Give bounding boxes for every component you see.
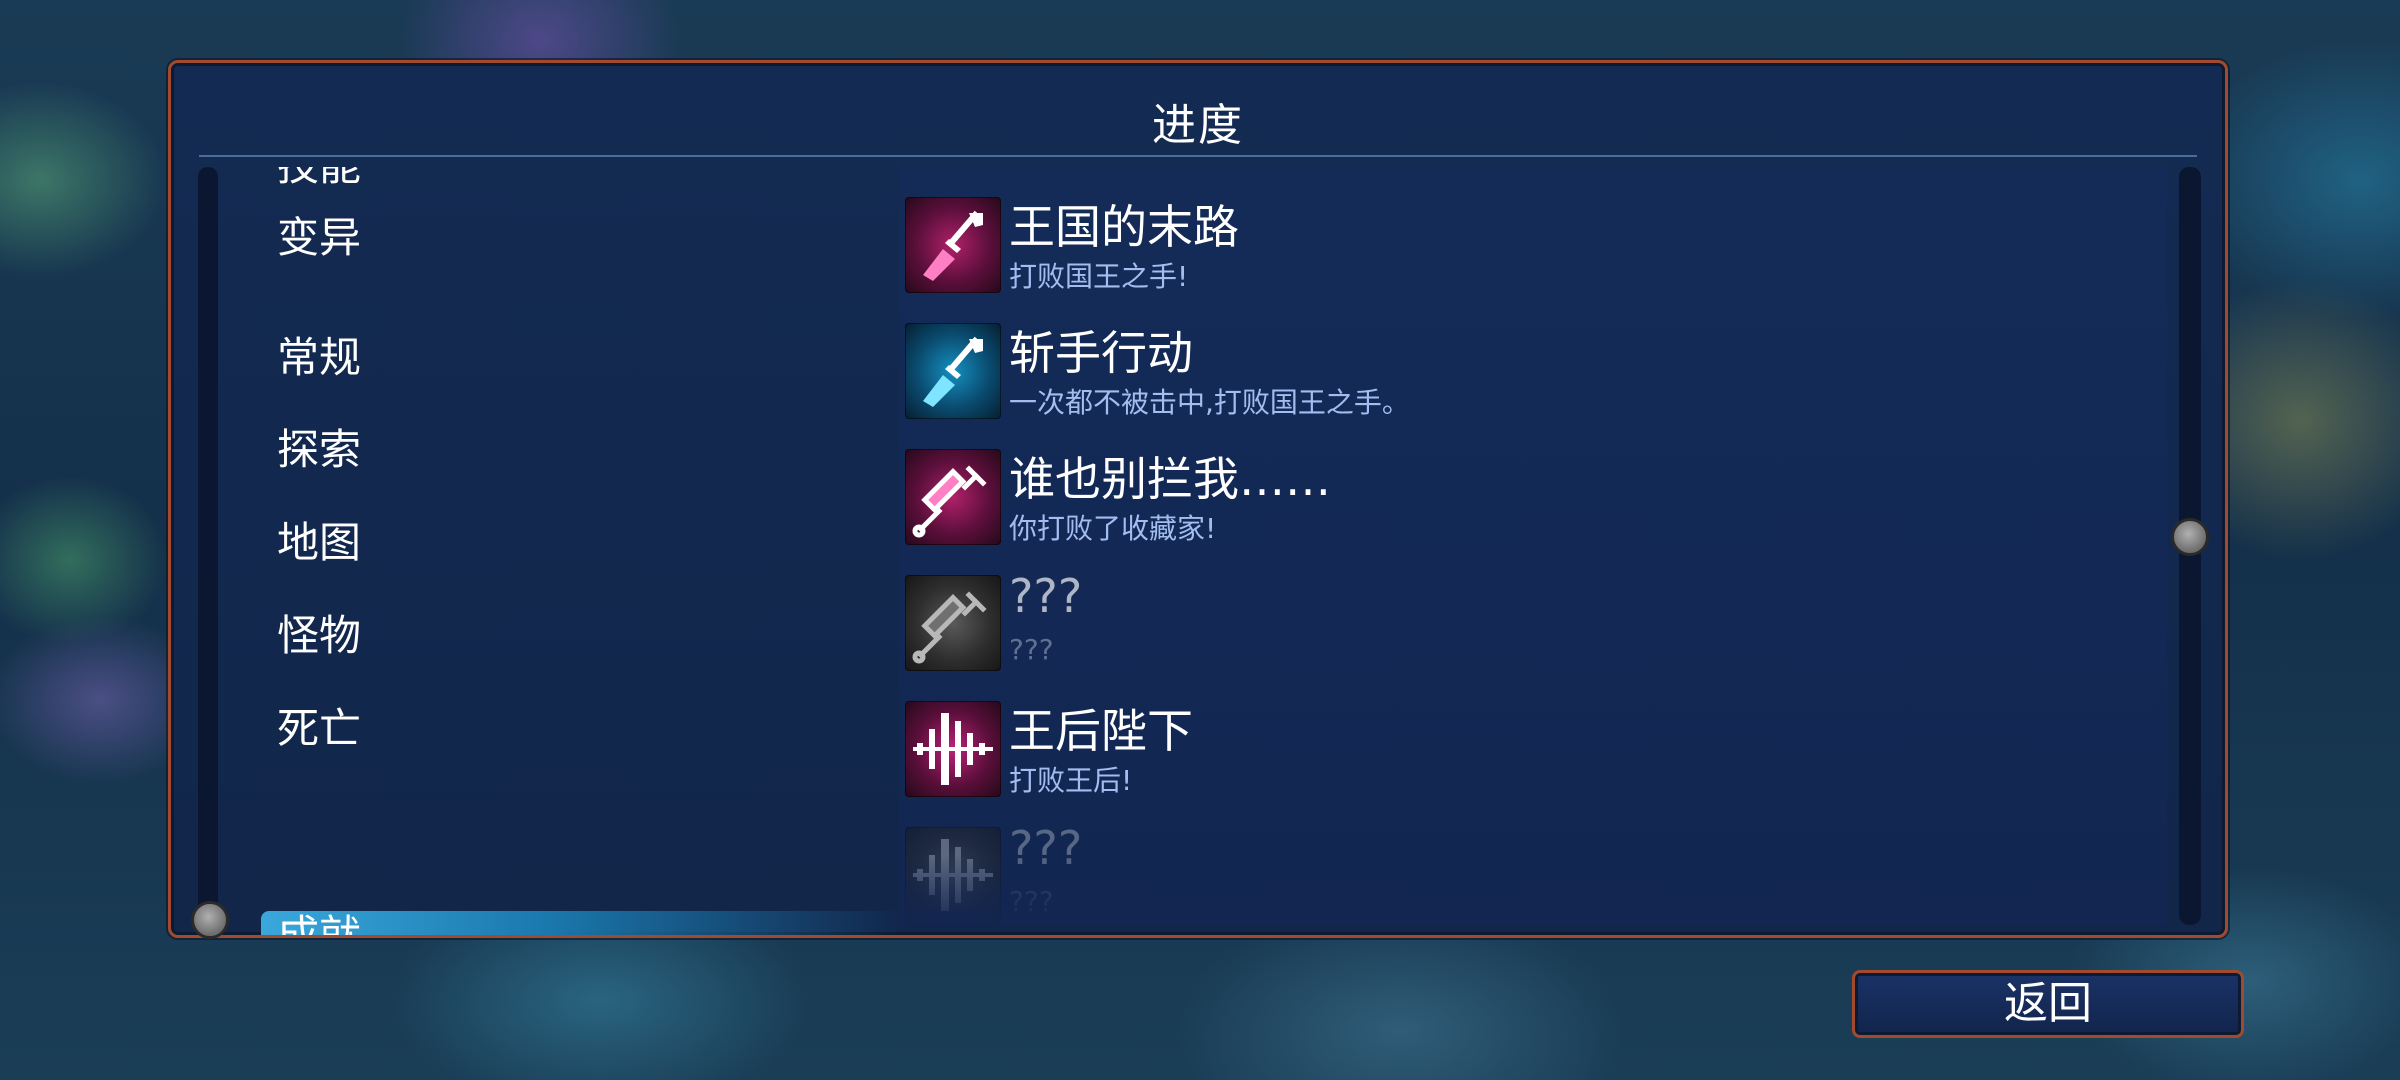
achievement-title: ??? xyxy=(1009,821,1083,875)
achievement-title: ??? xyxy=(1009,569,1083,623)
dagger-icon xyxy=(905,197,1001,293)
achievement-description: 你打败了收藏家! xyxy=(1009,512,1217,545)
syringe-icon xyxy=(905,575,1001,671)
category-exploration[interactable]: 探索 xyxy=(261,425,901,475)
category-mutations[interactable]: 变异 xyxy=(261,213,901,263)
dagger-icon xyxy=(905,323,1001,419)
achievement-item[interactable]: ??? ??? xyxy=(905,821,2145,925)
category-scroll-thumb[interactable] xyxy=(191,901,229,939)
category-map[interactable]: 地图 xyxy=(261,518,901,568)
achievement-title: 斩手行动 xyxy=(1009,326,1193,380)
back-button[interactable]: 返回 xyxy=(1852,970,2244,1038)
achievement-description: ??? xyxy=(1009,633,1054,666)
achievement-list: 王国的末路 打败国王之手! 斩手行动 一次都不被击中,打败国王之手。 谁也别拦我… xyxy=(899,167,2167,925)
soundwave-icon xyxy=(905,827,1001,923)
category-achievements[interactable]: 成就 xyxy=(261,911,901,935)
achievement-title: 谁也别拦我…… xyxy=(1009,452,1331,506)
achievement-title: 王国的末路 xyxy=(1009,200,1239,254)
category-list: 技能 变异 常规 探索 地图 怪物 死亡 成就 xyxy=(261,167,901,935)
achievement-item[interactable]: 王国的末路 打败国王之手! xyxy=(905,197,2145,301)
achievement-item[interactable]: 斩手行动 一次都不被击中,打败国王之手。 xyxy=(905,323,2145,427)
soundwave-icon xyxy=(905,701,1001,797)
category-general[interactable]: 常规 xyxy=(261,333,901,383)
achievement-item[interactable]: 谁也别拦我…… 你打败了收藏家! xyxy=(905,449,2145,553)
achievement-scroll-thumb[interactable] xyxy=(2171,518,2209,556)
achievement-description: 一次都不被击中,打败国王之手。 xyxy=(1009,386,1410,419)
achievement-description: 打败国王之手! xyxy=(1009,260,1189,293)
syringe-icon xyxy=(905,449,1001,545)
category-monsters[interactable]: 怪物 xyxy=(261,611,901,661)
achievement-item[interactable]: ??? ??? xyxy=(905,569,2145,679)
title-divider xyxy=(199,155,2197,157)
achievement-title: 王后陛下 xyxy=(1009,704,1193,758)
category-skills[interactable]: 技能 xyxy=(261,167,901,191)
achievement-description: 打败王后! xyxy=(1009,764,1133,797)
achievement-item[interactable]: 王后陛下 打败王后! xyxy=(905,701,2145,805)
category-scrollbar[interactable] xyxy=(198,167,218,925)
panel-title: 进度 xyxy=(1152,100,1244,151)
category-deaths[interactable]: 死亡 xyxy=(261,704,901,754)
achievement-description: ??? xyxy=(1009,885,1054,918)
progress-panel: 进度 技能 变异 常规 探索 地图 怪物 死亡 成就 王国的末 xyxy=(168,60,2228,939)
